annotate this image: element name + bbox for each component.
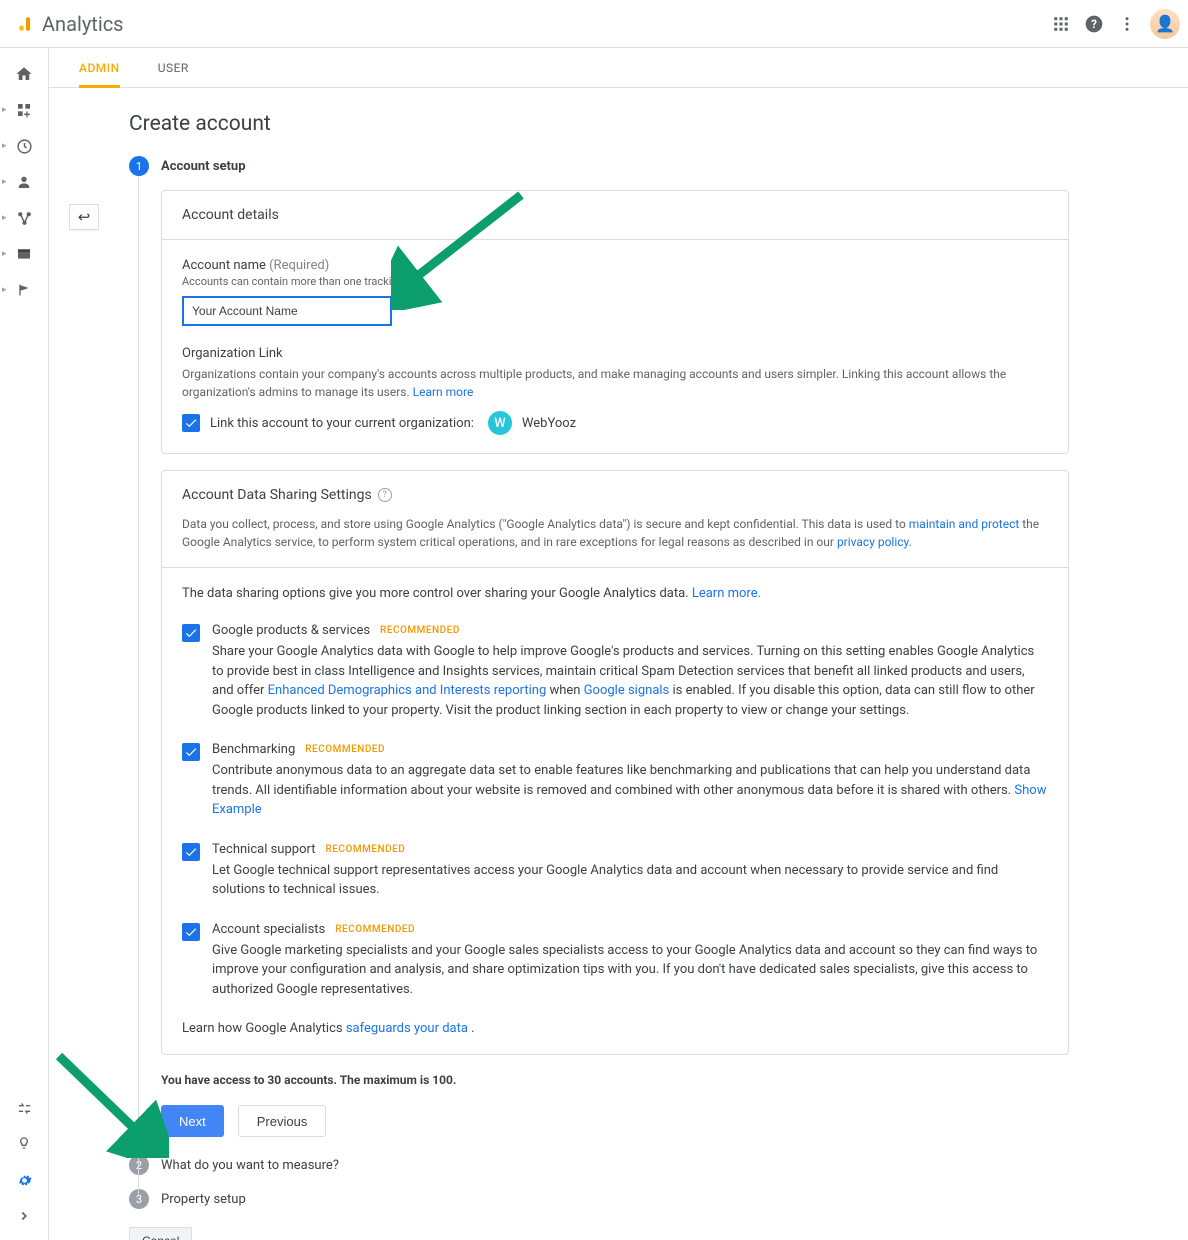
nav-discover[interactable]: [0, 1130, 48, 1158]
nav-acquisition[interactable]: ▸: [0, 204, 48, 232]
logo[interactable]: Analytics: [16, 12, 124, 36]
account-details-card: Account details Account name (Required) …: [161, 190, 1069, 454]
opt-bench: BenchmarkingRECOMMENDED Contribute anony…: [182, 742, 1048, 820]
safeguards-link[interactable]: safeguards your data: [346, 1021, 468, 1036]
tab-user[interactable]: USER: [158, 48, 189, 88]
step-3-row[interactable]: 3 Property setup: [129, 1189, 1069, 1209]
opt-products-checkbox[interactable]: [182, 624, 200, 642]
left-nav: ▸ ▸ ▸ ▸ ▸ ▸: [0, 48, 48, 1240]
org-link-title: Organization Link: [182, 346, 1048, 361]
step-line: [138, 176, 139, 1195]
analytics-logo-icon: [16, 14, 36, 34]
account-details-header: Account details: [162, 191, 1068, 240]
step-2-circle: 2: [129, 1155, 149, 1175]
more-icon[interactable]: [1118, 15, 1136, 33]
step-1-label: Account setup: [161, 159, 246, 174]
avatar[interactable]: 👤: [1150, 9, 1180, 39]
recommended-badge: RECOMMENDED: [325, 844, 405, 855]
recommended-badge: RECOMMENDED: [305, 744, 385, 755]
maintain-link[interactable]: maintain and protect: [909, 517, 1020, 531]
quota-text: You have access to 30 accounts. The maxi…: [161, 1073, 1069, 1087]
svg-text:?: ?: [1091, 17, 1097, 31]
nav-behavior[interactable]: ▸: [0, 240, 48, 268]
annotation-arrow-2: [49, 1048, 169, 1158]
recommended-badge: RECOMMENDED: [335, 924, 415, 935]
step-3-circle: 3: [129, 1189, 149, 1209]
main: ADMIN USER ↩ Create account 1 Account se…: [48, 48, 1188, 1240]
nav-collapse[interactable]: [0, 1202, 48, 1230]
opt-products: Google products & servicesRECOMMENDED Sh…: [182, 623, 1048, 720]
opt-spec: Account specialistsRECOMMENDED Give Goog…: [182, 922, 1048, 1000]
org-link-checkbox[interactable]: [182, 414, 200, 432]
nav-audience[interactable]: ▸: [0, 168, 48, 196]
org-learn-more-link[interactable]: Learn more: [413, 385, 474, 399]
org-link-desc: Organizations contain your company's acc…: [182, 365, 1048, 401]
opt-tech-checkbox[interactable]: [182, 843, 200, 861]
opt-tech: Technical supportRECOMMENDED Let Google …: [182, 842, 1048, 900]
signals-link[interactable]: Google signals: [584, 683, 670, 698]
step-2-label: What do you want to measure?: [161, 1158, 339, 1173]
account-name-label: Account name (Required): [182, 258, 1048, 273]
back-button[interactable]: ↩: [69, 204, 99, 230]
topbar: Analytics ? 👤: [0, 0, 1188, 48]
data-sharing-card: Account Data Sharing Settings ? Data you…: [161, 470, 1069, 1055]
nav-customization[interactable]: ▸: [0, 96, 48, 124]
data-sharing-header: Account Data Sharing Settings ? Data you…: [162, 471, 1068, 568]
org-name: WebYooz: [522, 416, 576, 431]
help-icon[interactable]: ?: [378, 488, 392, 502]
step-3-label: Property setup: [161, 1192, 246, 1207]
step-2-row[interactable]: 2 What do you want to measure?: [129, 1155, 1069, 1175]
account-name-input[interactable]: [182, 296, 392, 326]
nav-attribution[interactable]: [0, 1094, 48, 1122]
step-1-row: 1 Account setup: [129, 156, 1069, 176]
apps-icon[interactable]: [1052, 15, 1070, 33]
share-intro: The data sharing options give you more c…: [182, 586, 1048, 601]
opt-bench-checkbox[interactable]: [182, 743, 200, 761]
subtabs: ADMIN USER: [49, 48, 1188, 88]
share-learn-more-link[interactable]: Learn more.: [692, 586, 761, 601]
page-title: Create account: [129, 112, 1069, 136]
tab-admin[interactable]: ADMIN: [79, 48, 120, 88]
cancel-button[interactable]: Cancel: [129, 1227, 192, 1240]
help-icon[interactable]: ?: [1084, 14, 1104, 34]
demographics-link[interactable]: Enhanced Demographics and Interests repo…: [268, 683, 547, 698]
recommended-badge: RECOMMENDED: [380, 625, 460, 636]
nav-realtime[interactable]: ▸: [0, 132, 48, 160]
step-1-circle: 1: [129, 156, 149, 176]
app-title: Analytics: [42, 12, 124, 36]
org-badge: W: [488, 411, 512, 435]
org-link-label: Link this account to your current organi…: [210, 416, 474, 431]
nav-conversions[interactable]: ▸: [0, 276, 48, 304]
safeguards-text: Learn how Google Analytics safeguards yo…: [182, 1021, 1048, 1036]
previous-button[interactable]: Previous: [238, 1105, 327, 1137]
account-name-hint: Accounts can contain more than one track…: [182, 275, 1048, 288]
nav-home[interactable]: [0, 60, 48, 88]
next-button[interactable]: Next: [161, 1105, 224, 1137]
opt-spec-checkbox[interactable]: [182, 923, 200, 941]
nav-admin[interactable]: [0, 1166, 48, 1194]
privacy-link[interactable]: privacy policy: [837, 535, 909, 549]
